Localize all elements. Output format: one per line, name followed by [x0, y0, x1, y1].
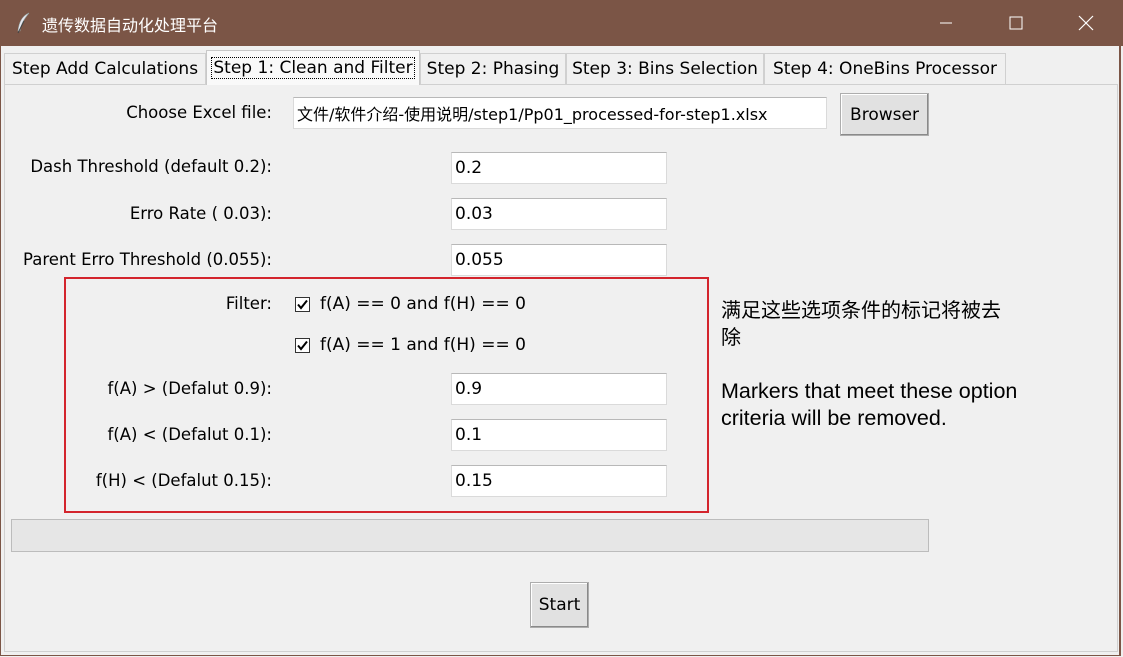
- fa-lt-label: f(A) < (Defalut 0.1):: [107, 425, 273, 444]
- fa-gt-input[interactable]: [451, 373, 667, 405]
- tab-step2-phasing[interactable]: Step 2: Phasing: [420, 53, 566, 84]
- checkbox-label: f(A) == 1 and f(H) == 0: [320, 335, 526, 355]
- close-button[interactable]: [1051, 0, 1121, 46]
- note-en-line2: criteria will be removed.: [721, 406, 947, 430]
- dash-threshold-label: Dash Threshold (default 0.2):: [30, 157, 272, 176]
- tab-label: Step Add Calculations: [11, 59, 199, 79]
- dash-threshold-input[interactable]: [451, 152, 667, 184]
- minimize-icon: [940, 22, 952, 24]
- close-icon: [1078, 15, 1094, 31]
- file-path-input[interactable]: [293, 97, 827, 129]
- note-en-line1: Markers that meet these option: [721, 379, 1018, 403]
- parent-erro-threshold-input[interactable]: [451, 244, 667, 276]
- tab-step-add-calculations[interactable]: Step Add Calculations: [4, 53, 206, 84]
- checkmark-icon: [297, 299, 308, 310]
- parent-erro-threshold-label: Parent Erro Threshold (0.055):: [23, 250, 272, 269]
- maximize-button[interactable]: [981, 0, 1051, 46]
- minimize-button[interactable]: [911, 0, 981, 46]
- window-title: 遗传数据自动化处理平台: [42, 16, 219, 35]
- start-button[interactable]: Start: [530, 582, 589, 628]
- tab-label: Step 1: Clean and Filter: [211, 57, 415, 79]
- checkmark-icon: [297, 340, 308, 351]
- progress-bar: [11, 519, 929, 552]
- tab-step3-bins-selection[interactable]: Step 3: Bins Selection: [566, 53, 764, 84]
- filter-option-fa0-fh0[interactable]: f(A) == 0 and f(H) == 0: [295, 294, 526, 314]
- fa-gt-label: f(A) > (Defalut 0.9):: [107, 379, 273, 398]
- tab-step1-clean-filter[interactable]: Step 1: Clean and Filter: [206, 50, 420, 85]
- erro-rate-input[interactable]: [451, 198, 667, 230]
- title-bar: 遗传数据自动化处理平台: [0, 0, 1123, 46]
- fh-lt-input[interactable]: [451, 465, 667, 497]
- tab-label: Step 4: OneBins Processor: [773, 59, 997, 79]
- tab-label: Step 3: Bins Selection: [572, 59, 758, 79]
- browse-button[interactable]: Browser: [840, 93, 929, 136]
- filter-option-fa1-fh0[interactable]: f(A) == 1 and f(H) == 0: [295, 335, 526, 355]
- tab-step4-onebins-processor[interactable]: Step 4: OneBins Processor: [764, 53, 1006, 84]
- erro-rate-label: Erro Rate ( 0.03):: [129, 204, 272, 223]
- checkbox-label: f(A) == 0 and f(H) == 0: [320, 294, 526, 314]
- note-cn-line1: 满足这些选项条件的标记将被去: [721, 298, 1001, 322]
- feather-icon: [17, 12, 30, 34]
- fh-lt-label: f(H) < (Defalut 0.15):: [95, 471, 272, 490]
- fa-lt-input[interactable]: [451, 419, 667, 451]
- checkbox[interactable]: [295, 337, 310, 353]
- checkbox[interactable]: [295, 296, 310, 312]
- tab-label: Step 2: Phasing: [426, 59, 560, 79]
- maximize-icon: [1009, 16, 1023, 30]
- filter-label: Filter:: [225, 294, 272, 313]
- note-cn-line2: 除: [721, 325, 741, 349]
- file-label: Choose Excel file:: [126, 103, 272, 122]
